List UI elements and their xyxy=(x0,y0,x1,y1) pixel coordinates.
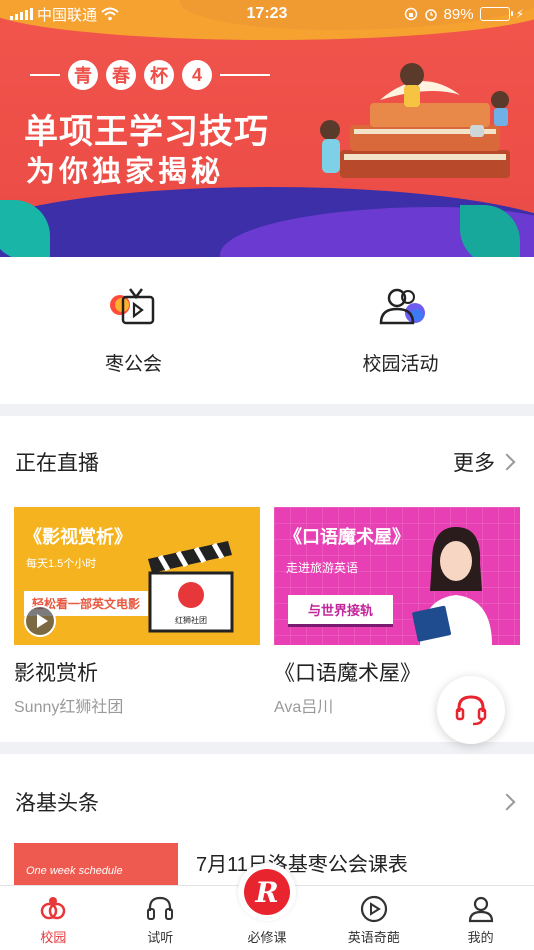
tab-label: 必修课 xyxy=(247,930,287,945)
tab-campus[interactable]: 校园 xyxy=(0,886,107,950)
clapperboard-icon: 红狮社团 xyxy=(148,541,234,633)
section-title: 正在直播 xyxy=(15,452,99,475)
play-icon[interactable] xyxy=(24,605,56,637)
club-logo-text: 红狮社团 xyxy=(175,615,207,625)
banner-cup-title: 青 春 杯 4 xyxy=(30,60,270,90)
news-section-header[interactable]: 洛基头条 xyxy=(0,772,534,832)
tab-label: 试听 xyxy=(147,930,174,945)
promo-banner[interactable]: 青 春 杯 4 单项王学习技巧 为你独家揭秘 中国联通 17:23 89% ⚡ xyxy=(0,0,534,257)
thumb-title: 《口语魔术屋》 xyxy=(284,527,410,547)
more-button[interactable]: 更多 xyxy=(453,447,519,477)
carrier-name: 中国联通 xyxy=(37,6,98,24)
charging-icon: ⚡ xyxy=(515,7,524,21)
news-title[interactable]: 7月11日洛基枣公会课表 xyxy=(196,848,408,877)
banner-headline: 单项王学习技巧 xyxy=(24,113,269,151)
signal-icon xyxy=(10,8,33,20)
quick-entry-campus-activity[interactable]: 校园活动 xyxy=(267,257,534,404)
profile-icon xyxy=(468,896,493,923)
quick-entry-label: 枣公会 xyxy=(104,354,162,375)
status-bar: 中国联通 17:23 89% ⚡ xyxy=(0,0,534,28)
banner-illustration xyxy=(320,63,510,178)
thumb-subtitle: 走进旅游英语 xyxy=(286,561,359,575)
cup-char: 4 xyxy=(182,60,212,90)
battery-icon xyxy=(479,7,513,21)
headphones-icon xyxy=(147,896,174,920)
news-more[interactable] xyxy=(498,793,519,811)
battery-percent: 89% xyxy=(443,5,474,23)
news-thumb-text: One week schedule xyxy=(26,865,123,877)
quick-entries: 枣公会 校园活动 xyxy=(0,257,534,404)
cup-char: 青 xyxy=(68,60,98,90)
card-title: 影视赏析 xyxy=(14,662,98,685)
chevron-right-icon xyxy=(498,793,516,811)
card-author: Sunny红狮社团 xyxy=(14,699,124,716)
rotation-lock-icon xyxy=(404,7,417,21)
user-group-icon xyxy=(379,288,425,325)
wifi-icon xyxy=(101,7,119,21)
chevron-right-icon xyxy=(498,453,516,471)
tab-english-fun[interactable]: 英语奇葩 xyxy=(320,886,427,950)
card-thumbnail: 《口语魔术屋》 走进旅游英语 与世界接轨 xyxy=(274,507,520,645)
section-divider xyxy=(0,404,534,416)
cup-char: 春 xyxy=(106,60,136,90)
teacher-photo xyxy=(412,527,492,645)
banner-subheadline: 为你独家揭秘 xyxy=(26,156,225,188)
required-course-button[interactable]: R xyxy=(238,863,296,921)
customer-service-button[interactable] xyxy=(437,676,505,744)
tab-trial[interactable]: 试听 xyxy=(107,886,214,950)
tab-mine[interactable]: 我的 xyxy=(427,886,534,950)
campus-icon xyxy=(41,897,66,920)
tab-label: 我的 xyxy=(467,930,494,945)
tab-label: 校园 xyxy=(40,930,67,945)
quick-entry-label: 校园活动 xyxy=(362,354,439,375)
section-title: 洛基头条 xyxy=(15,792,99,815)
play-circle-icon xyxy=(360,895,387,923)
card-thumbnail: 《影视赏析》 每天1.5个小时 轻松看一部英文电影 红狮社团 xyxy=(14,507,260,645)
thumb-tag: 与世界接轨 xyxy=(288,595,394,627)
tv-play-icon xyxy=(109,288,154,325)
live-card[interactable]: 《影视赏析》 每天1.5个小时 轻松看一部英文电影 红狮社团 影视赏析 Sunn… xyxy=(14,507,260,717)
section-divider xyxy=(0,742,534,754)
quick-entry-zaogonghui[interactable]: 枣公会 xyxy=(0,257,267,404)
cup-char: 杯 xyxy=(144,60,174,90)
headset-icon xyxy=(455,695,487,726)
live-section-header: 正在直播 更多 xyxy=(0,432,534,492)
r-logo-icon: R xyxy=(244,869,290,915)
thumb-subtitle: 每天1.5个小时 xyxy=(26,558,97,570)
more-label: 更多 xyxy=(453,452,495,475)
alarm-icon xyxy=(424,9,437,21)
thumb-title: 《影视赏析》 xyxy=(24,527,132,547)
tab-label: 英语奇葩 xyxy=(347,930,400,945)
